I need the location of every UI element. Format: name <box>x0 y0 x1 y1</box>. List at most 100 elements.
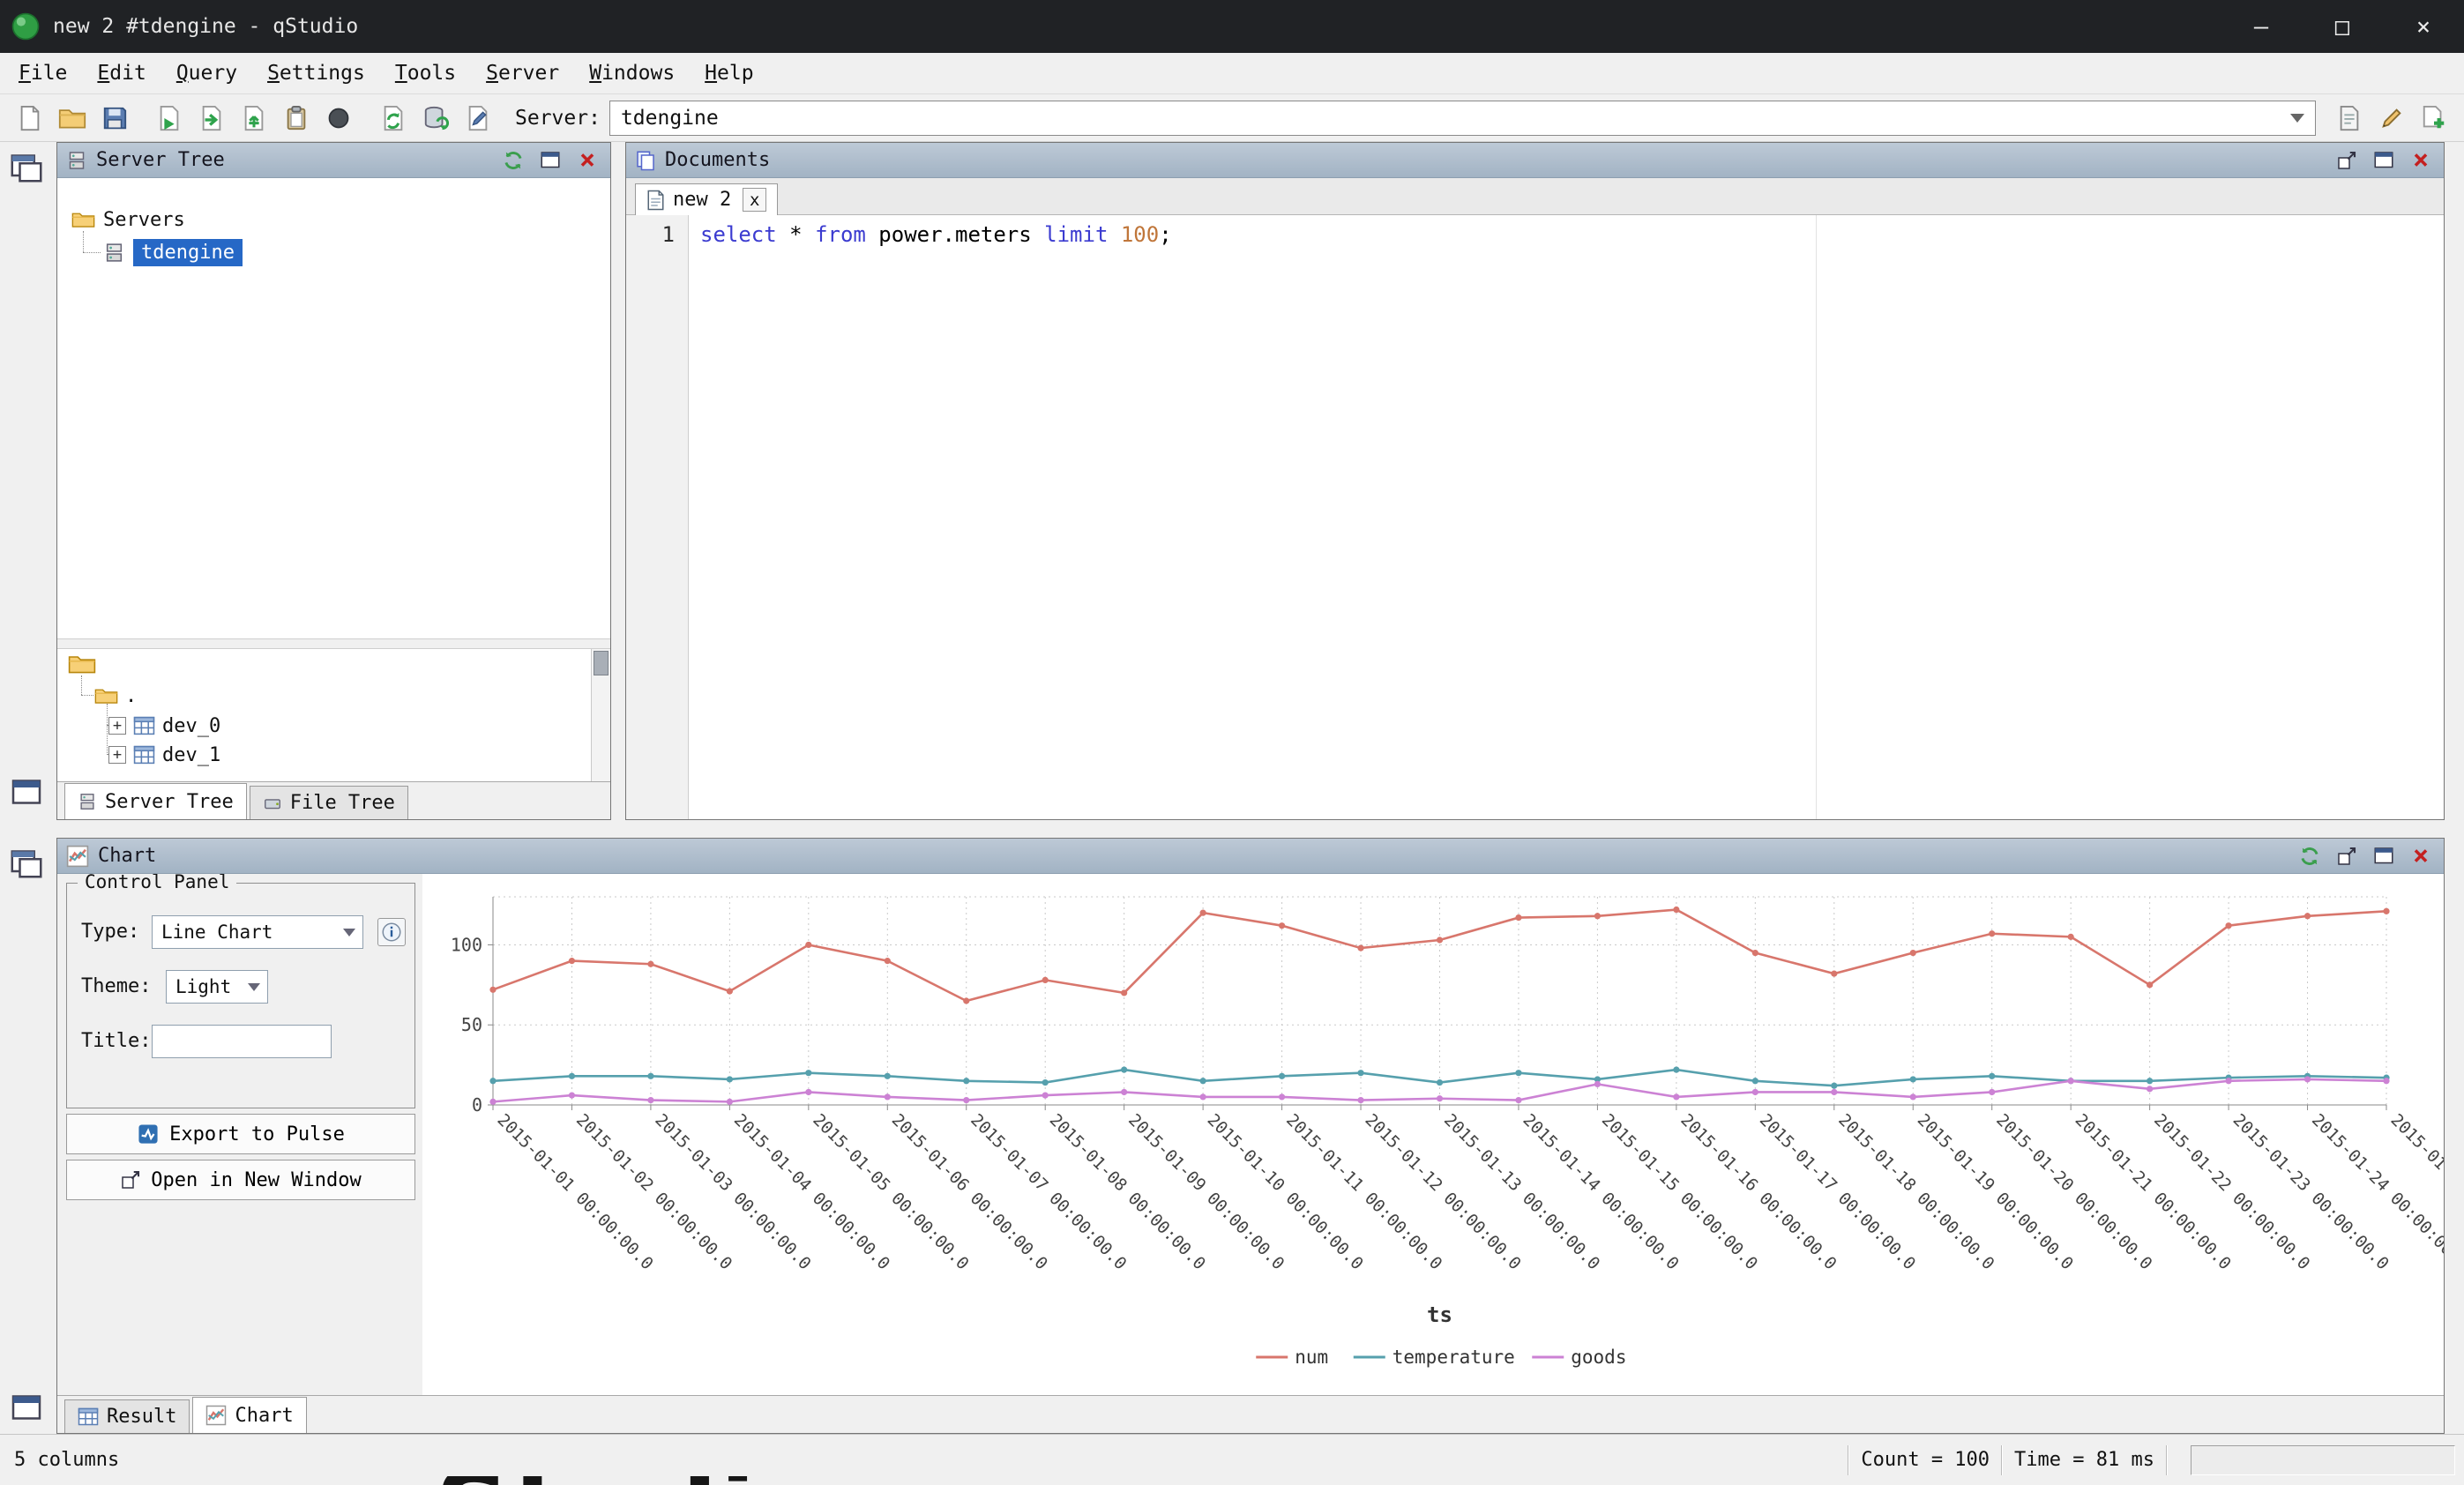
server-tree-area[interactable]: Servers tdengine <box>57 178 610 638</box>
chart-title-input[interactable] <box>152 1025 332 1058</box>
maximize-window-icon <box>540 150 561 171</box>
refresh-icon <box>2298 845 2321 868</box>
open-in-new-window-button[interactable]: Open in New Window <box>66 1160 415 1200</box>
run-line-icon <box>241 105 267 131</box>
menu-server[interactable]: Server <box>471 62 574 85</box>
dock-window-icon[interactable] <box>9 149 44 184</box>
dock-window-icon[interactable] <box>9 774 44 810</box>
menu-windows[interactable]: Windows <box>574 62 690 85</box>
horizontal-splitter[interactable] <box>57 638 610 649</box>
tree-connector <box>81 675 82 695</box>
clipboard-icon <box>283 105 310 131</box>
chart-theme-select[interactable]: Light <box>166 970 268 1004</box>
svg-text:2015-01-11 00:00:00.0: 2015-01-11 00:00:00.0 <box>1282 1110 1445 1273</box>
maximize-panel-button[interactable] <box>2370 146 2398 175</box>
control-panel-label: Control Panel <box>78 874 236 892</box>
refresh-database-button[interactable] <box>414 99 457 138</box>
run-line-button[interactable] <box>233 99 275 138</box>
refresh-panel-button[interactable] <box>2296 842 2324 870</box>
close-button[interactable]: × <box>2383 0 2464 53</box>
stop-icon <box>326 106 351 131</box>
vertical-splitter[interactable] <box>611 142 625 820</box>
close-panel-button[interactable]: × <box>573 146 601 175</box>
maximize-panel-button[interactable] <box>2370 842 2398 870</box>
add-server-button[interactable] <box>2413 99 2455 138</box>
tab-close-button[interactable]: x <box>743 188 766 212</box>
left-panel-tabs: Server Tree File Tree <box>57 781 610 819</box>
menu-help[interactable]: Help <box>690 62 768 85</box>
expand-icon[interactable]: + <box>108 717 126 735</box>
svg-text:2015-01-17 00:00:00.0: 2015-01-17 00:00:00.0 <box>1756 1110 1919 1273</box>
dock-window-icon[interactable] <box>9 1390 44 1425</box>
export-to-pulse-button[interactable]: Export to Pulse <box>66 1114 415 1154</box>
minimize-button[interactable]: — <box>2221 0 2302 53</box>
dock-window-icon[interactable] <box>9 845 44 880</box>
server-label: Server: <box>515 107 601 130</box>
file-tree-item-dev1[interactable]: + dev_1 <box>108 742 220 768</box>
menu-file[interactable]: File <box>4 62 82 85</box>
menu-edit[interactable]: Edit <box>82 62 161 85</box>
refresh-panel-button[interactable] <box>499 146 527 175</box>
popout-panel-button[interactable] <box>2333 146 2361 175</box>
chart-theme-value: Light <box>175 976 231 997</box>
tab-file-tree[interactable]: File Tree <box>250 786 408 819</box>
file-tree-item-dot[interactable]: . <box>94 683 137 709</box>
tree-item-label-selected: tdengine <box>133 239 243 266</box>
qstudio-logo-icon <box>11 11 41 41</box>
chart-plot-area: 2015-01-01 00:00:00.02015-01-02 00:00:00… <box>422 874 2444 1395</box>
status-columns: 5 columns <box>0 1449 119 1471</box>
server-select[interactable]: tdengine <box>609 101 2316 136</box>
sql-editor[interactable]: 1 select * from power.meters limit 100; <box>626 215 2444 819</box>
chart-type-select[interactable]: Line Chart <box>152 915 363 949</box>
line-number-gutter: 1 <box>626 215 689 819</box>
scrollbar-thumb[interactable] <box>594 651 609 675</box>
run-script-button[interactable] <box>148 99 190 138</box>
tab-result[interactable]: Result <box>64 1399 190 1433</box>
close-panel-button[interactable]: × <box>2407 146 2435 175</box>
chart-title: Chart <box>98 845 156 867</box>
chevron-down-icon <box>2290 114 2304 123</box>
close-icon: × <box>2413 843 2429 869</box>
menu-query[interactable]: Query <box>161 62 252 85</box>
svg-text:2015-01-19 00:00:00.0: 2015-01-19 00:00:00.0 <box>1914 1110 2077 1273</box>
edit-query-button[interactable] <box>457 99 499 138</box>
open-file-button[interactable] <box>51 99 93 138</box>
tree-item-servers[interactable]: Servers <box>71 205 185 235</box>
maximize-panel-button[interactable] <box>536 146 564 175</box>
popout-icon <box>2336 846 2357 867</box>
popout-panel-button[interactable] <box>2333 842 2361 870</box>
tree-item-tdengine[interactable]: tdengine <box>103 237 243 267</box>
new-file-button[interactable] <box>9 99 51 138</box>
open-folder-icon <box>58 105 86 131</box>
menu-tools[interactable]: Tools <box>380 62 471 85</box>
refresh-document-button[interactable] <box>372 99 414 138</box>
tab-server-tree[interactable]: Server Tree <box>64 783 247 819</box>
run-selection-button[interactable] <box>190 99 233 138</box>
status-time: Time = 81 ms <box>2014 1449 2154 1471</box>
save-button[interactable] <box>93 99 136 138</box>
edit-button[interactable] <box>2371 99 2413 138</box>
maximize-window-icon <box>2373 846 2394 867</box>
close-icon: × <box>579 147 595 174</box>
info-button[interactable] <box>377 918 406 946</box>
tab-new-2[interactable]: new 2 x <box>635 183 778 216</box>
expand-icon[interactable]: + <box>108 746 126 764</box>
filetree-scrollbar[interactable] <box>591 649 610 781</box>
status-separator <box>2001 1445 2003 1475</box>
documents-titlebar: Documents × <box>626 143 2444 178</box>
clipboard-button[interactable] <box>275 99 317 138</box>
document-info-button[interactable] <box>2328 99 2371 138</box>
refresh-icon <box>502 149 525 172</box>
tab-chart[interactable]: Chart <box>192 1397 306 1433</box>
menu-settings[interactable]: Settings <box>252 62 380 85</box>
left-dock-strip-top <box>0 142 56 820</box>
refresh-database-icon <box>422 105 449 131</box>
file-tree-item-dev0[interactable]: + dev_0 <box>108 713 220 739</box>
stop-button[interactable] <box>317 99 360 138</box>
tab-label: Result <box>107 1406 176 1428</box>
chart-icon <box>205 1405 227 1426</box>
close-panel-button[interactable]: × <box>2407 842 2435 870</box>
file-tree-root[interactable] <box>68 651 96 677</box>
maximize-button[interactable]: □ <box>2302 0 2383 53</box>
file-tree-preview[interactable]: . + dev_0 + dev_1 <box>57 649 610 781</box>
